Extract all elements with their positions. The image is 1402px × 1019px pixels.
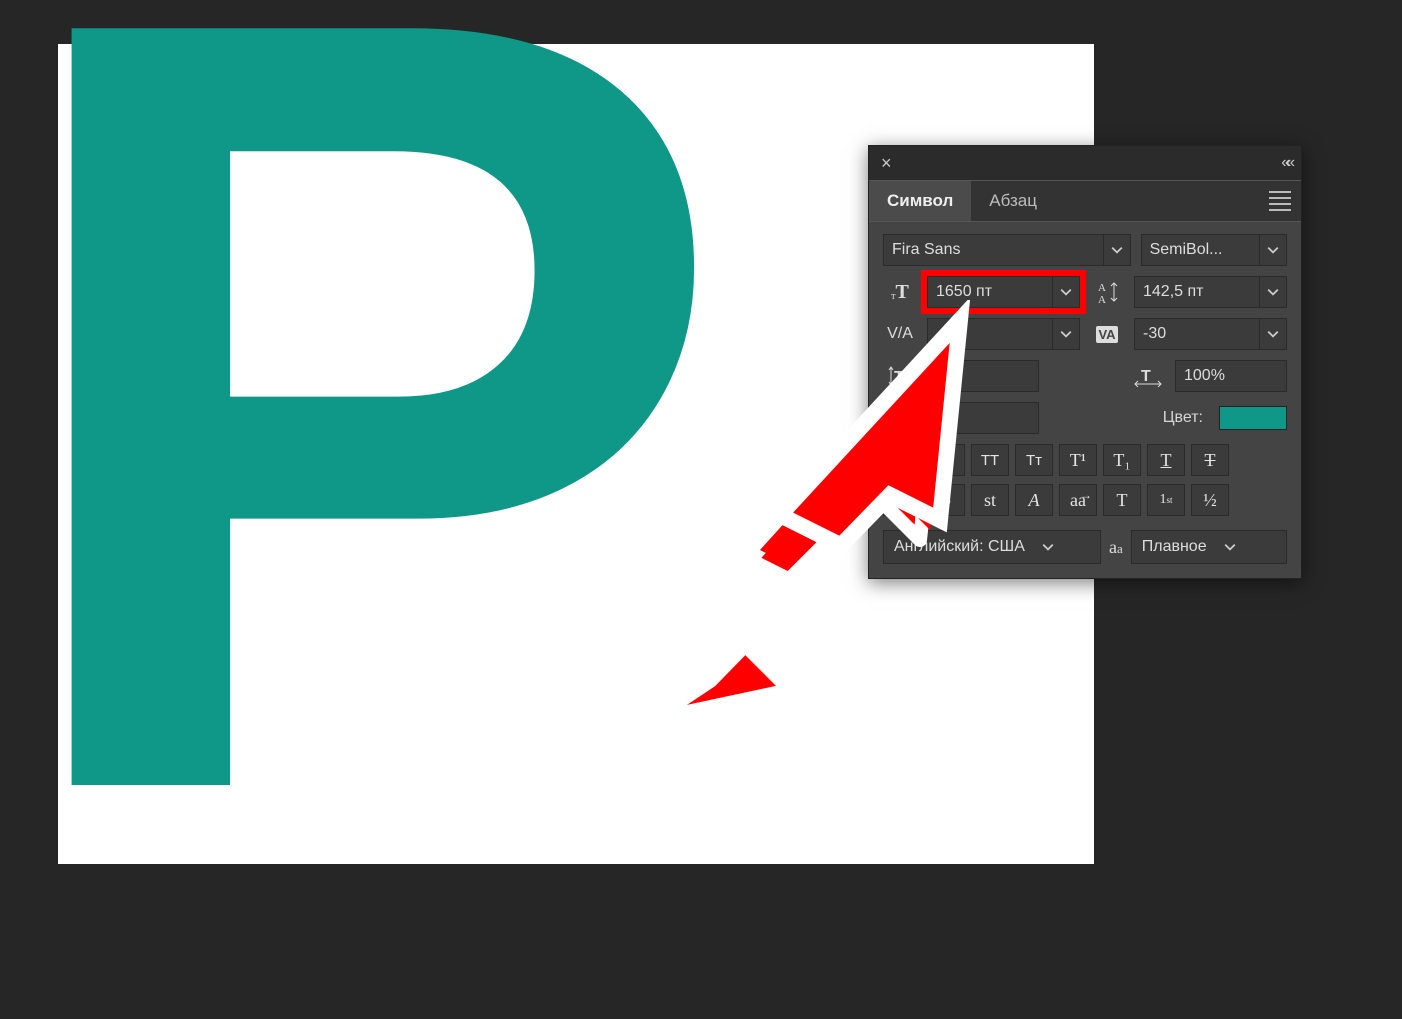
leading-value: 142,5 пт	[1135, 283, 1259, 301]
svg-text:a: a	[900, 410, 905, 421]
chevron-down-icon[interactable]	[1217, 531, 1243, 563]
font-style-value: SemiBol...	[1142, 241, 1259, 259]
horizontal-scale-icon: T	[1131, 361, 1165, 391]
antialias-icon: aa	[1109, 537, 1123, 558]
kerning-icon: V/A	[883, 319, 917, 349]
faux-bold-button[interactable]: T	[883, 444, 921, 476]
chevron-down-icon[interactable]	[1035, 531, 1061, 563]
font-style-combo[interactable]: SemiBol...	[1141, 234, 1287, 266]
baseline-shift-icon: Aa	[883, 403, 917, 433]
vertical-scale-value: %	[928, 367, 1038, 385]
tracking-icon: VA	[1090, 319, 1124, 349]
fractions-button[interactable]: ½	[1191, 484, 1229, 516]
underline-button[interactable]: T	[1147, 444, 1185, 476]
chevron-down-icon[interactable]	[1103, 235, 1130, 265]
titling-alt-button[interactable]: A	[1015, 484, 1053, 516]
type-style-row: T T TT Tᴛ T¹ T₁ T T	[883, 444, 1287, 476]
horizontal-scale-value: 100%	[1176, 367, 1286, 385]
baseline-shift-value: пт	[928, 409, 1038, 427]
tracking-field[interactable]: -30	[1134, 318, 1287, 350]
svg-text:A: A	[1098, 294, 1106, 304]
panel-tabs: Символ Абзац	[869, 181, 1301, 222]
tracking-value: -30	[1135, 325, 1259, 343]
kerning-field[interactable]	[927, 318, 1080, 350]
font-family-combo[interactable]: Fira Sans	[883, 234, 1131, 266]
tab-character[interactable]: Символ	[869, 181, 971, 221]
panel-menu-icon[interactable]	[1269, 191, 1291, 211]
font-size-icon: тT	[883, 277, 917, 307]
leading-icon: AA	[1090, 277, 1124, 307]
text-color-swatch[interactable]	[1219, 406, 1287, 430]
horizontal-scale-field[interactable]: 100%	[1175, 360, 1287, 392]
contextual-alt-button[interactable]: a→a	[1059, 484, 1097, 516]
chevron-down-icon[interactable]	[1259, 277, 1286, 307]
vertical-scale-icon: T	[883, 361, 917, 391]
color-label: Цвет:	[1163, 409, 1203, 427]
chevron-down-icon[interactable]	[1259, 235, 1286, 265]
svg-text:T: T	[1141, 368, 1151, 385]
swash-button[interactable]: ℴ	[927, 484, 965, 516]
language-value: Английский: США	[884, 538, 1035, 556]
close-icon[interactable]: ×	[875, 152, 898, 174]
leading-field[interactable]: 142,5 пт	[1134, 276, 1287, 308]
all-caps-button[interactable]: TT	[971, 444, 1009, 476]
subscript-button[interactable]: T₁	[1103, 444, 1141, 476]
superscript-button[interactable]: T¹	[1059, 444, 1097, 476]
chevron-down-icon[interactable]	[1052, 277, 1079, 307]
svg-text:T: T	[894, 369, 904, 386]
vertical-scale-field[interactable]: %	[927, 360, 1039, 392]
language-combo[interactable]: Английский: США	[883, 530, 1101, 564]
panel-titlebar: × ««	[869, 146, 1301, 181]
strikethrough-button[interactable]: T	[1191, 444, 1229, 476]
ligatures-button[interactable]: fi	[883, 484, 921, 516]
tabular-button[interactable]: T	[1103, 484, 1141, 516]
antialias-combo[interactable]: Плавное	[1131, 530, 1287, 564]
font-size-field[interactable]: 1650 пт	[927, 276, 1080, 308]
antialias-value: Плавное	[1132, 538, 1217, 556]
font-size-value: 1650 пт	[928, 283, 1052, 301]
ordinals-button[interactable]: 1st	[1147, 484, 1185, 516]
stylistic-alt-button[interactable]: st	[971, 484, 1009, 516]
canvas-glyph[interactable]: P	[0, 0, 712, 856]
font-family-value: Fira Sans	[884, 241, 1103, 259]
baseline-shift-field[interactable]: пт	[927, 402, 1039, 434]
svg-text:A: A	[1098, 282, 1106, 294]
faux-italic-button[interactable]: T	[927, 444, 965, 476]
character-panel: × «« Символ Абзац Fira Sans SemiBol... т…	[868, 145, 1302, 579]
small-caps-button[interactable]: Tᴛ	[1015, 444, 1053, 476]
chevron-down-icon[interactable]	[1052, 319, 1079, 349]
chevron-down-icon[interactable]	[1259, 319, 1286, 349]
collapse-icon[interactable]: ««	[1277, 154, 1295, 172]
opentype-row: fi ℴ st A a→a T 1st ½	[883, 484, 1287, 516]
tab-paragraph[interactable]: Абзац	[971, 181, 1055, 221]
